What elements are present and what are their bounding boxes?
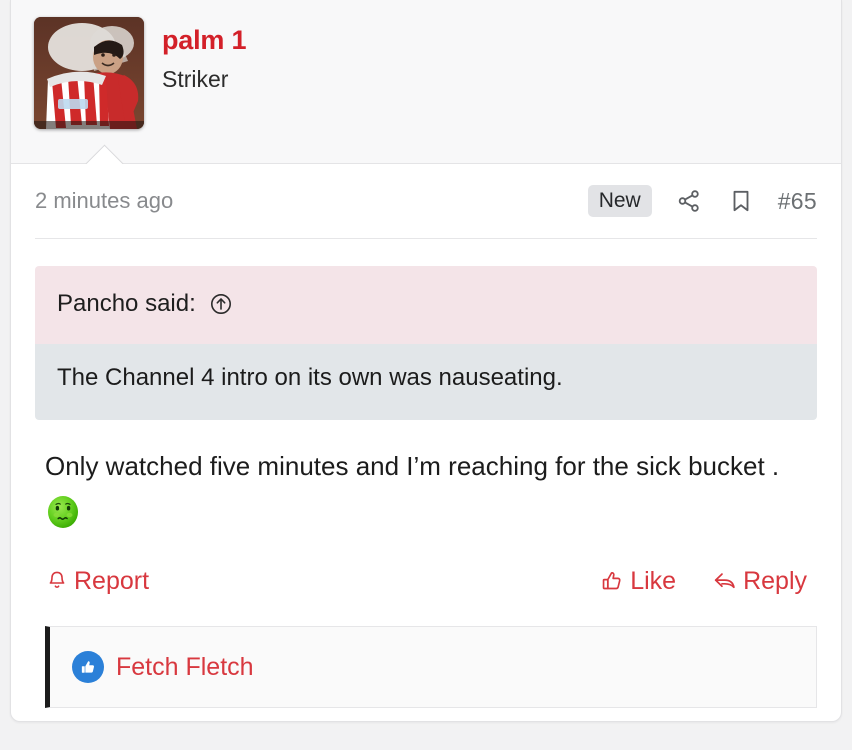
likes-names[interactable]: Fetch Fletch xyxy=(116,653,254,682)
quote-text: The Channel 4 intro on its own was nause… xyxy=(35,344,817,420)
reply-button[interactable]: Reply xyxy=(712,567,807,596)
nauseated-face-emoji xyxy=(45,494,81,530)
avatar[interactable] xyxy=(34,17,144,129)
report-button[interactable]: Report xyxy=(45,567,149,596)
quote-header: Pancho said: xyxy=(35,266,817,344)
post-actions: Report Like Reply xyxy=(45,560,807,602)
user-meta: palm 1 Striker xyxy=(162,17,247,94)
post-actions-right: Like Reply xyxy=(600,567,807,596)
bell-icon xyxy=(49,571,65,589)
reply-arrow-icon xyxy=(714,573,735,589)
post-card: palm 1 Striker 2 minutes ago New #65 Pan… xyxy=(10,0,842,722)
report-label: Report xyxy=(74,566,150,595)
username[interactable]: palm 1 xyxy=(162,25,247,56)
user-title: Striker xyxy=(162,66,229,93)
post-user-header: palm 1 Striker xyxy=(11,0,841,164)
post-number[interactable]: #65 xyxy=(778,188,817,215)
page-root: palm 1 Striker 2 minutes ago New #65 Pan… xyxy=(0,0,852,750)
arrow-up-circle-icon[interactable] xyxy=(208,291,234,317)
thumbs-up-icon xyxy=(602,571,621,589)
meta-divider xyxy=(35,238,817,239)
post-timestamp: 2 minutes ago xyxy=(35,188,174,213)
reply-label: Reply xyxy=(743,566,807,595)
status-badge-new: New xyxy=(587,185,652,217)
post-message-text: Only watched five minutes and I’m reachi… xyxy=(45,451,780,481)
likes-bar: Fetch Fletch xyxy=(45,626,817,709)
like-button[interactable]: Like xyxy=(600,567,676,596)
quote-block: Pancho said: The Channel 4 intro on its … xyxy=(35,266,817,420)
speech-notch xyxy=(76,140,132,164)
quote-author: Pancho said: xyxy=(57,290,196,317)
thumbs-up-filled-icon xyxy=(72,651,104,684)
share-nodes-icon[interactable] xyxy=(674,186,704,216)
bookmark-icon[interactable] xyxy=(726,186,756,216)
post-meta-actions: New #65 xyxy=(587,185,817,217)
post-message: Only watched five minutes and I’m reachi… xyxy=(45,442,807,538)
like-label: Like xyxy=(630,566,677,595)
post-meta-row: 2 minutes ago New #65 xyxy=(11,164,841,238)
